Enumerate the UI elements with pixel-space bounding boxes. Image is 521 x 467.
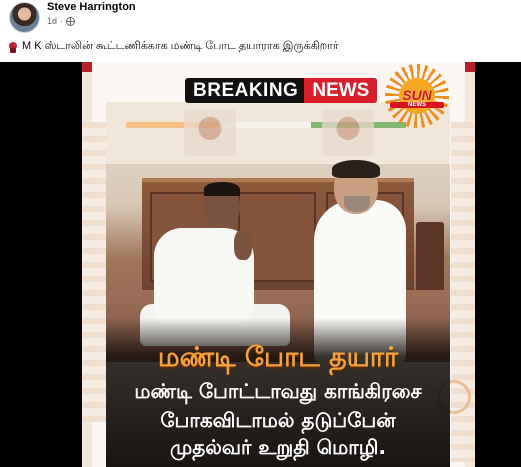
- breaking-news-banner: BREAKING NEWS: [185, 78, 378, 103]
- author-name[interactable]: Steve Harrington: [47, 1, 136, 13]
- post-caption: M K ஸ்டாலின் கூட்டணிக்காக மண்டி போட தயார…: [8, 40, 339, 54]
- red-emoji-icon: [8, 41, 18, 53]
- poster-line-1: மண்டி போட்டாவது காங்கிரசை: [134, 379, 422, 403]
- poster-line-3: முதல்வர் உறுதி மொழி.: [170, 435, 386, 459]
- folded-hands: [234, 230, 252, 260]
- standing-man-beard: [344, 196, 370, 212]
- post-timestamp[interactable]: 1d: [47, 16, 57, 26]
- wall-portrait: [184, 110, 236, 156]
- post-image[interactable]: BREAKING NEWS SUN NEWS மண்டி போட தயார் ம…: [0, 62, 521, 467]
- caption-text: M K ஸ்டாலின் கூட்டணிக்காக மண்டி போட தயார…: [22, 40, 339, 52]
- logo-subtext: NEWS: [390, 102, 444, 108]
- wall-portrait: [322, 110, 374, 156]
- news-label: NEWS: [304, 78, 378, 103]
- news-poster: BREAKING NEWS SUN NEWS மண்டி போட தயார் ம…: [82, 62, 475, 467]
- post-header: Steve Harrington 1d ·: [0, 0, 521, 36]
- author-avatar[interactable]: [9, 2, 40, 33]
- post-meta: 1d ·: [47, 16, 76, 26]
- globe-icon: [66, 16, 76, 26]
- poster-line-2: போகவிடாமல் தடுப்பேன்: [160, 408, 396, 432]
- poster-headline: மண்டி போட தயார்: [157, 342, 399, 373]
- separator-dot: ·: [60, 16, 64, 26]
- breaking-label: BREAKING: [193, 79, 299, 101]
- kneeling-man-hair: [204, 182, 240, 196]
- standing-man-hair: [332, 160, 380, 178]
- logo-text: SUN: [402, 87, 432, 103]
- left-decoration: [82, 122, 106, 422]
- sun-news-logo: SUN NEWS: [385, 64, 449, 128]
